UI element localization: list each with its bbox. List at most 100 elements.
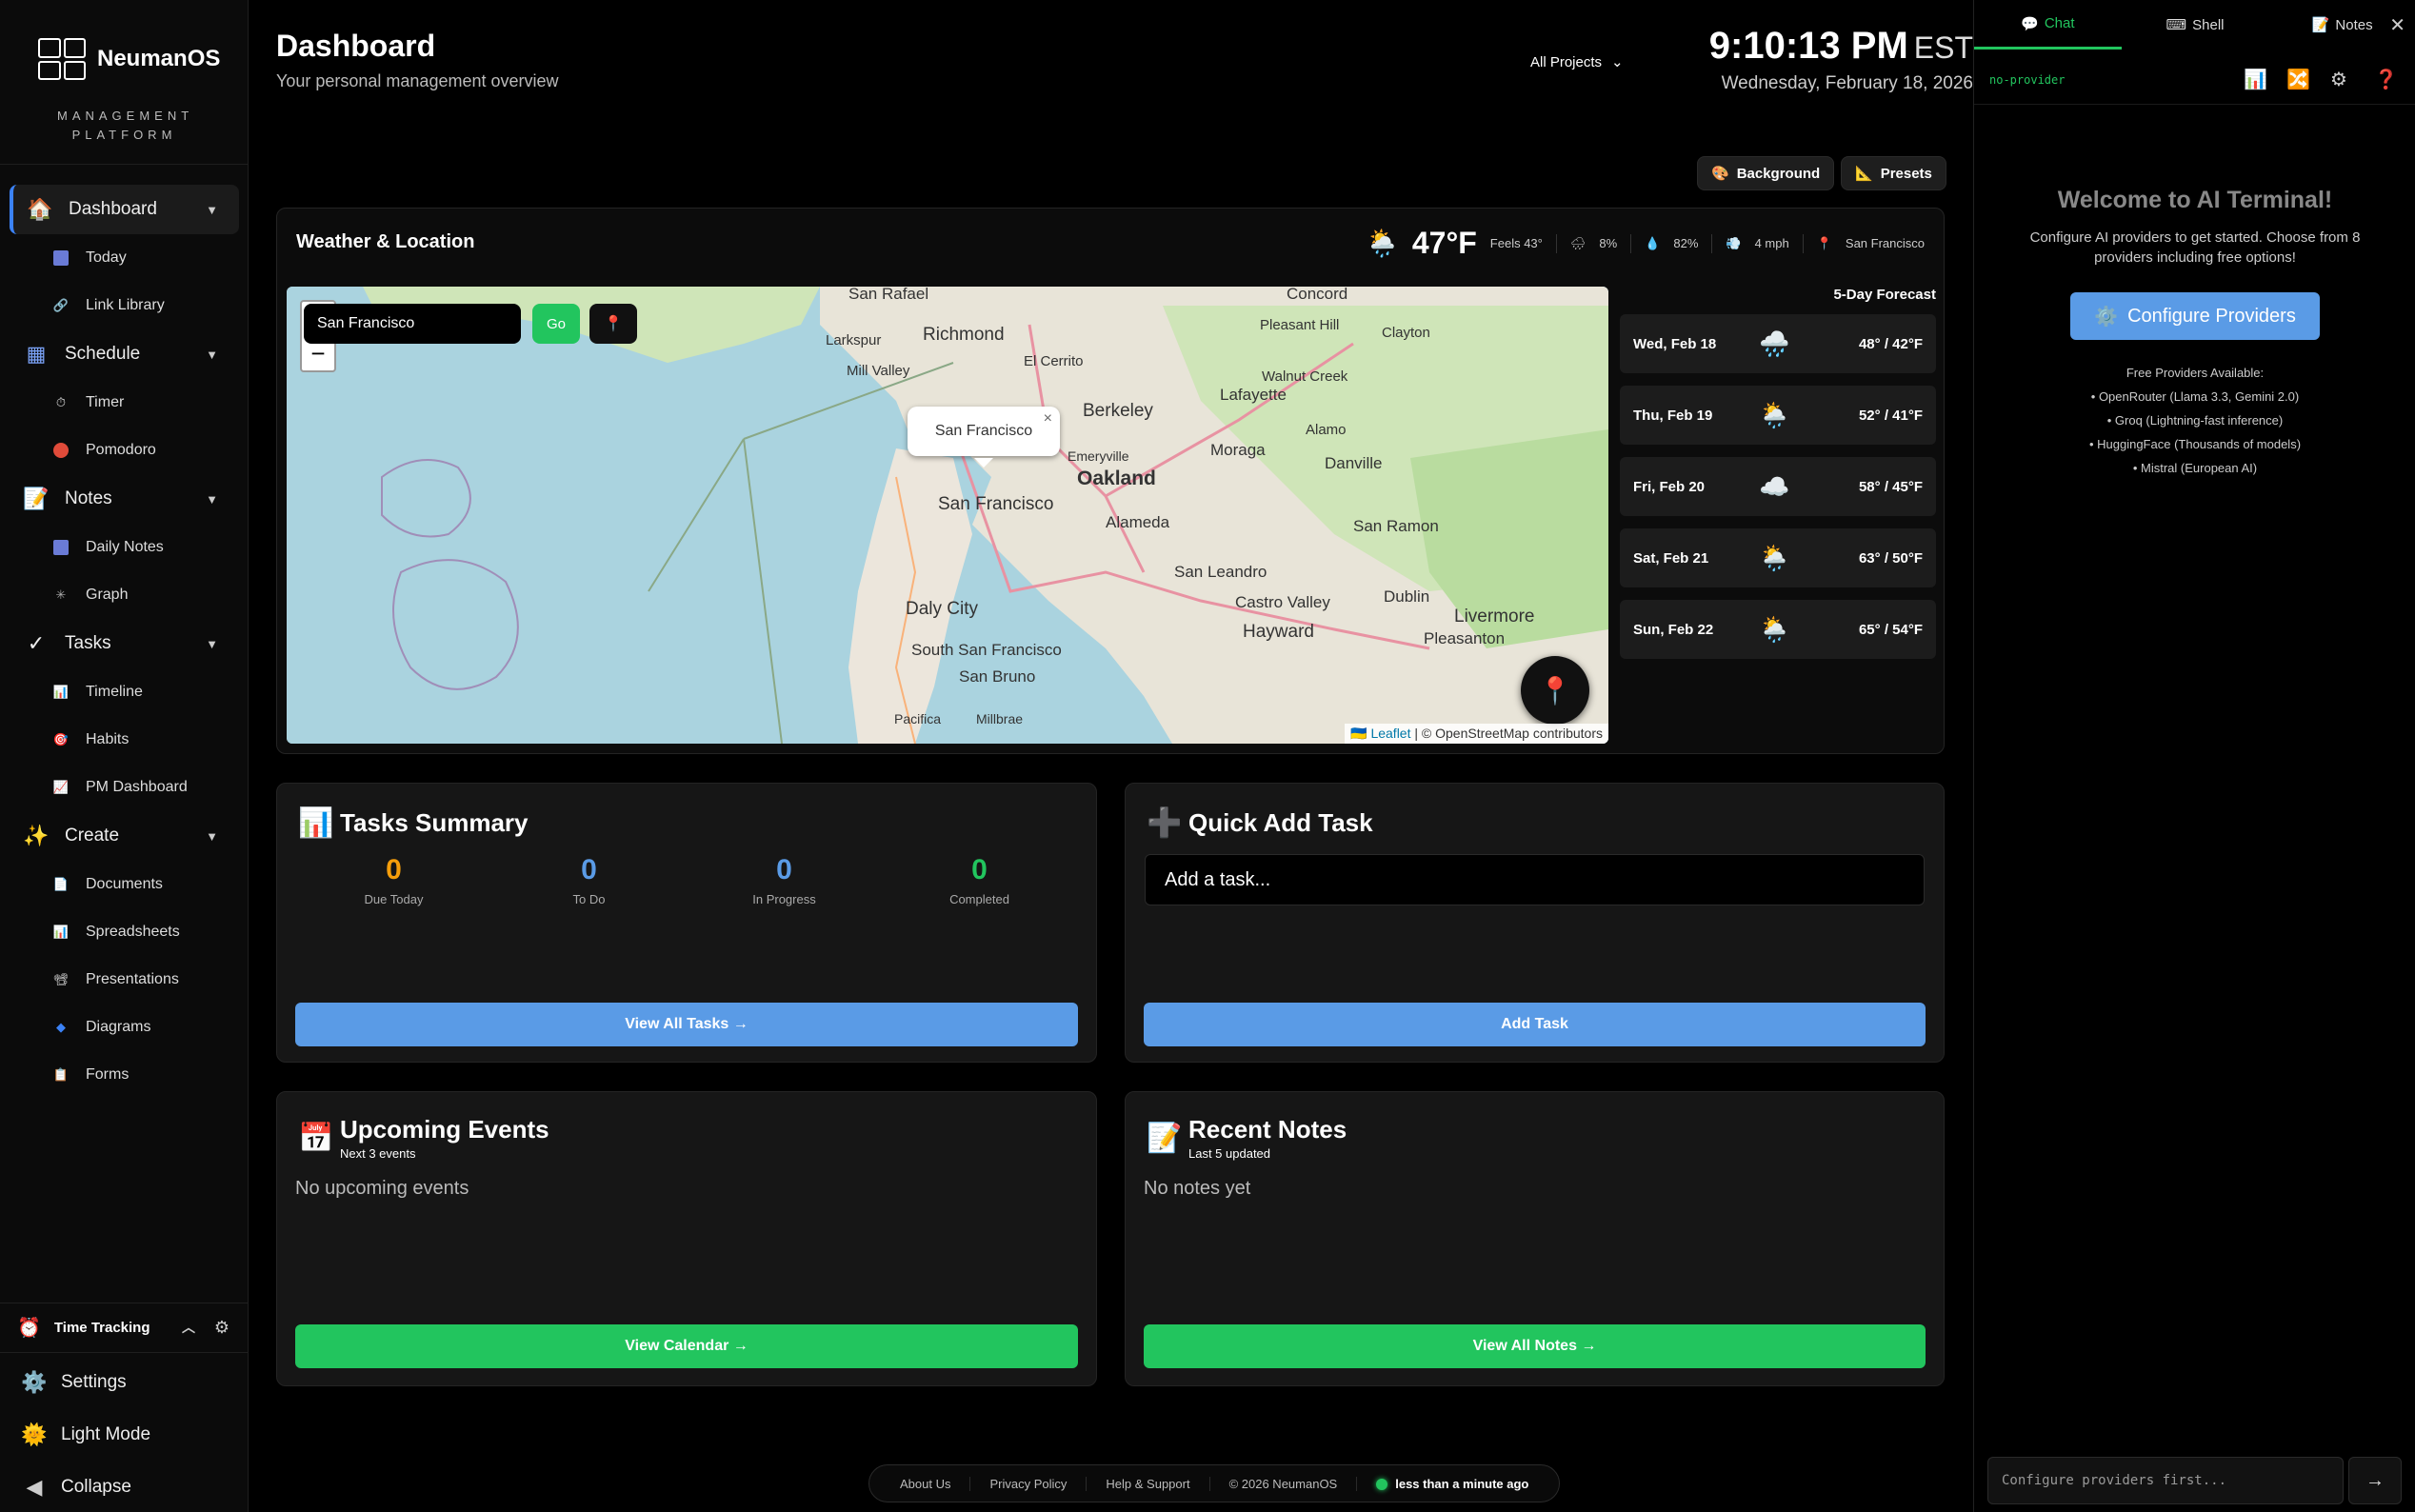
caret-down-icon[interactable]: ▼ xyxy=(206,492,218,507)
plus-icon: ➕ xyxy=(1147,807,1183,839)
map-search-input[interactable]: San Francisco xyxy=(304,304,521,344)
view-all-notes-button[interactable]: View All Notes → xyxy=(1144,1324,1926,1368)
keyboard-icon: ⌨ xyxy=(2166,17,2187,33)
target-icon: 🎯 xyxy=(52,732,70,746)
send-button[interactable]: → xyxy=(2348,1457,2402,1504)
add-task-button[interactable]: Add Task xyxy=(1144,1003,1926,1046)
diamond-icon: ◆ xyxy=(56,1020,66,1034)
sidebar-item-daily-notes[interactable]: Daily Notes xyxy=(0,524,249,571)
gear-icon: ⚙️ xyxy=(2094,306,2119,328)
sidebar-item-timeline[interactable]: 📊 Timeline xyxy=(0,668,249,716)
sidebar-group-schedule[interactable]: ▦ Schedule ▼ xyxy=(10,329,239,379)
sidebar-item-diagrams[interactable]: ◆ Diagrams xyxy=(0,1004,249,1051)
logo[interactable]: NeumanOS xyxy=(38,38,220,80)
caret-down-icon[interactable]: ▼ xyxy=(206,203,218,217)
shuffle-icon[interactable]: 🔀 xyxy=(2286,68,2310,91)
caret-down-icon[interactable]: ▼ xyxy=(206,829,218,844)
sidebar-item-timer[interactable]: ⏱ Timer xyxy=(0,379,249,427)
background-button-label: Background xyxy=(1736,165,1821,182)
chevron-up-icon[interactable]: ︿ xyxy=(182,1318,195,1337)
map-label: Berkeley xyxy=(1083,401,1153,421)
sidebar-item-label: Timeline xyxy=(86,684,143,700)
map-label: South San Francisco xyxy=(911,641,1062,659)
map-label: San Francisco xyxy=(938,494,1054,514)
sidebar-item-habits[interactable]: 🎯 Habits xyxy=(0,716,249,764)
sidebar-group-dashboard[interactable]: 🏠 Dashboard ▼ xyxy=(10,185,239,234)
locate-button[interactable]: 📍 xyxy=(589,304,637,344)
stat-label: In Progress xyxy=(752,892,816,906)
leaflet-link[interactable]: Leaflet xyxy=(1370,726,1410,741)
sidebar-item-presentations[interactable]: 📽 Presentations xyxy=(0,956,249,1004)
sidebar-item-graph[interactable]: ✳ Graph xyxy=(0,571,249,619)
view-all-tasks-button[interactable]: View All Tasks → xyxy=(295,1003,1078,1046)
sidebar-item-pomodoro[interactable]: Pomodoro xyxy=(0,427,249,474)
gear-icon[interactable]: ⚙ xyxy=(214,1318,230,1338)
upcoming-events-card: 📅 Upcoming Events Next 3 events No upcom… xyxy=(276,1091,1097,1386)
map-label: Clayton xyxy=(1382,325,1430,341)
map-label: Mill Valley xyxy=(847,363,910,379)
footer-link-privacy[interactable]: Privacy Policy xyxy=(970,1476,1088,1491)
bar-chart-icon: 📊 xyxy=(52,925,70,939)
footer-copyright: © 2026 NeumanOS xyxy=(1210,1476,1358,1491)
card-subtitle: Next 3 events xyxy=(340,1146,416,1161)
stat-value: 0 xyxy=(776,854,792,885)
sun-rain-cloud-icon: 🌦️ xyxy=(1759,400,1790,429)
stopwatch-icon: ⏱ xyxy=(55,395,67,409)
sparkles-icon: ✨ xyxy=(23,824,50,847)
view-calendar-button[interactable]: View Calendar → xyxy=(295,1324,1078,1368)
light-mode-button[interactable]: 🌞 Light Mode xyxy=(0,1411,249,1459)
time-tracking-bar[interactable]: ⏰ Time Tracking ︿ ⚙ xyxy=(0,1306,249,1348)
caret-down-icon[interactable]: ▼ xyxy=(206,348,218,362)
map-go-button[interactable]: Go xyxy=(532,304,580,344)
sidebar-group-create[interactable]: ✨ Create ▼ xyxy=(10,811,239,861)
sidebar-item-today[interactable]: Today xyxy=(0,234,249,282)
close-icon[interactable]: × xyxy=(1044,410,1052,428)
background-button[interactable]: 🎨 Background xyxy=(1697,156,1835,190)
tab-label: Notes xyxy=(2335,16,2373,33)
sidebar-item-forms[interactable]: 📋 Forms xyxy=(0,1051,249,1099)
stat-label: To Do xyxy=(572,892,606,906)
chat-input[interactable]: Configure providers first... xyxy=(1987,1457,2344,1504)
presets-button[interactable]: 📐 Presets xyxy=(1841,156,1946,190)
tab-chat[interactable]: 💬 Chat xyxy=(1974,0,2122,50)
wind-value: 4 mph xyxy=(1754,236,1789,250)
presets-button-label: Presets xyxy=(1880,165,1932,182)
settings-button[interactable]: ⚙️ Settings xyxy=(0,1359,249,1406)
gear-icon[interactable]: ⚙ xyxy=(2330,68,2347,91)
wind-icon: 💨 xyxy=(1726,235,1742,250)
footer-link-help[interactable]: Help & Support xyxy=(1087,1476,1210,1491)
sidebar-group-notes[interactable]: 📝 Notes ▼ xyxy=(10,474,239,524)
list-item: • Groq (Lightning-fast inference) xyxy=(2106,413,2284,428)
sidebar-item-label: Documents xyxy=(86,876,163,892)
map-label: Walnut Creek xyxy=(1262,368,1348,385)
card-header: 📊 Tasks Summary xyxy=(298,806,529,840)
configure-providers-label: Configure Providers xyxy=(2127,305,2296,327)
tab-shell[interactable]: ⌨ Shell xyxy=(2122,0,2269,50)
configure-providers-button[interactable]: ⚙️ Configure Providers xyxy=(2070,292,2320,340)
forecast: 5-Day Forecast Wed, Feb 18 🌧️ 48° / 42°F… xyxy=(1620,287,1936,671)
footer-link-about[interactable]: About Us xyxy=(881,1476,971,1491)
bar-chart-icon[interactable]: 📊 xyxy=(2244,68,2267,91)
caret-down-icon[interactable]: ▼ xyxy=(206,637,218,651)
map-label: Oakland xyxy=(1077,468,1156,489)
sidebar-nav: 🏠 Dashboard ▼ Today 🔗 Link Library ▦ Sche… xyxy=(0,185,249,1099)
map-label: Pacifica xyxy=(894,711,942,726)
sidebar-group-tasks[interactable]: ✓ Tasks ▼ xyxy=(10,619,239,668)
add-task-input[interactable]: Add a task... xyxy=(1145,854,1925,905)
map-pin-fab[interactable]: 📍 xyxy=(1521,656,1589,725)
sidebar-item-link-library[interactable]: 🔗 Link Library xyxy=(0,282,249,329)
memo-icon: 📝 xyxy=(23,487,50,510)
sidebar-item-spreadsheets[interactable]: 📊 Spreadsheets xyxy=(0,908,249,956)
empty-state: No notes yet xyxy=(1144,1178,1251,1199)
sidebar-item-pm-dashboard[interactable]: 📈 PM Dashboard xyxy=(0,764,249,811)
close-icon[interactable]: ✕ xyxy=(2389,13,2405,37)
forecast-row: Thu, Feb 19 🌦️ 52° / 41°F xyxy=(1620,386,1936,445)
zoom-out-button[interactable]: − xyxy=(302,340,334,370)
collapse-button[interactable]: ◀ Collapse xyxy=(0,1463,249,1511)
map[interactable]: San Rafael Richmond Berkeley Concord Oak… xyxy=(287,287,1608,744)
tomato-icon xyxy=(53,443,69,458)
help-icon[interactable]: ❓ xyxy=(2374,68,2398,91)
sidebar-item-documents[interactable]: 📄 Documents xyxy=(0,861,249,908)
provider-label: no-provider xyxy=(1989,72,2066,87)
droplet-icon: 💧 xyxy=(1645,235,1661,250)
